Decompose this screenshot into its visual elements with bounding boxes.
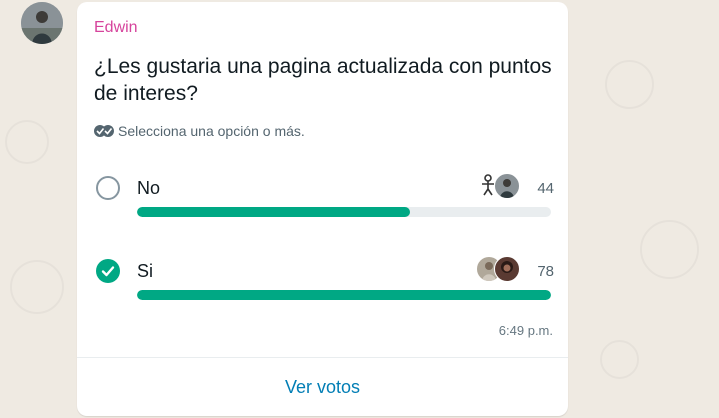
wallpaper-doodle xyxy=(10,260,64,314)
poll-message-bubble: Edwin ¿Les gustaria una pagina actualiza… xyxy=(77,2,568,416)
poll-option-no[interactable]: No 44 xyxy=(94,173,554,236)
view-votes-button[interactable]: Ver votos xyxy=(77,358,568,416)
sender-avatar[interactable] xyxy=(21,2,63,44)
vote-progress-bar xyxy=(137,207,551,217)
poll-instruction-text: Selecciona una opción o más. xyxy=(118,123,305,139)
person-photo-avatar xyxy=(494,256,520,282)
radio-checked-icon[interactable] xyxy=(96,259,120,283)
vote-progress-fill xyxy=(137,290,551,300)
message-timestamp: 6:49 p.m. xyxy=(498,323,553,338)
vote-progress-fill xyxy=(137,207,411,217)
voter-avatars[interactable] xyxy=(474,256,534,282)
poll-option-label: Si xyxy=(137,261,154,281)
voter-avatars[interactable] xyxy=(474,173,534,199)
sender-name[interactable]: Edwin xyxy=(94,19,138,37)
person-photo-avatar xyxy=(494,173,520,199)
wallpaper-doodle xyxy=(640,220,699,279)
poll-question: ¿Les gustaria una pagina actualizada con… xyxy=(94,55,552,105)
poll-instruction: Selecciona una opción o más. xyxy=(94,123,305,139)
radio-unchecked-icon[interactable] xyxy=(96,176,120,200)
double-check-icon xyxy=(94,124,114,137)
poll-option-si[interactable]: Si 78 xyxy=(94,256,554,319)
vote-count: 78 xyxy=(537,263,554,280)
wallpaper-doodle xyxy=(605,60,654,109)
vote-count: 44 xyxy=(537,180,554,197)
wallpaper-doodle xyxy=(600,340,639,379)
vote-progress-bar xyxy=(137,290,551,300)
wallpaper-doodle xyxy=(5,120,49,164)
poll-option-label: No xyxy=(137,178,161,198)
